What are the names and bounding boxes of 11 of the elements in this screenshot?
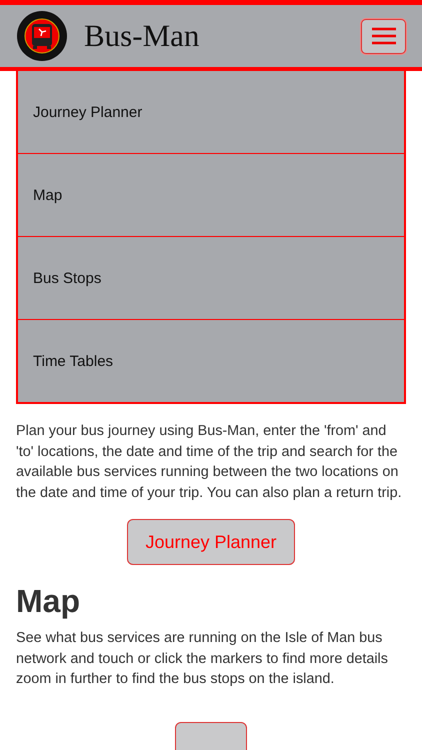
menu-item[interactable]: Map bbox=[18, 153, 404, 236]
section-text: See what bus services are running on the Isle of Man bus network and touch or click the markers to find more details zoom in further to find the bus stops on the island. bbox=[16, 629, 389, 689]
section-heading: Map bbox=[16, 583, 81, 620]
menu-item[interactable]: Journey Planner bbox=[18, 71, 404, 153]
menu-item[interactable]: Bus Stops bbox=[18, 236, 404, 319]
section-text: Plan your bus journey using Bus-Man, enter the 'from' and 'to' locations, the date and time of the trip and search for the available bus services running between the two locations on the date and time of your trip. You can also plan a return trip. bbox=[16, 422, 403, 502]
menu-item[interactable]: Time Tables bbox=[18, 319, 404, 402]
menu-icon bbox=[372, 27, 396, 45]
bus-logo-icon bbox=[16, 10, 68, 62]
menu-button[interactable] bbox=[361, 18, 406, 54]
app-title: Bus-Man bbox=[84, 18, 200, 54]
